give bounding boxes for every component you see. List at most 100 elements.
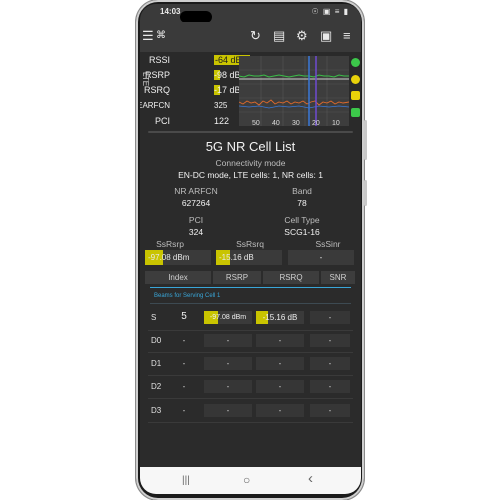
- page-title: 5G NR Cell List: [205, 139, 296, 154]
- metric-value: 325: [214, 101, 228, 110]
- row-index: -: [182, 359, 186, 368]
- cell-type-label: Cell Type: [284, 215, 320, 225]
- ss-rsrp-label: SsRsrp: [156, 239, 184, 249]
- cell-type-value: SCG1-16: [284, 227, 320, 237]
- sim-icon[interactable]: ⌘: [156, 29, 166, 43]
- axis-tick: 40: [272, 120, 280, 127]
- row-index: -: [182, 382, 186, 391]
- refresh-icon[interactable]: ↻: [250, 29, 261, 43]
- row-label: D2: [151, 382, 162, 391]
- ss-sinr-value: -: [319, 253, 323, 262]
- metric-value: 122: [214, 116, 230, 126]
- nr-arfcn-label: NR ARFCN: [174, 186, 218, 196]
- home-button[interactable]: ○: [243, 473, 250, 487]
- rsrp-cell: -: [204, 334, 252, 347]
- rsrp-trace: [239, 74, 349, 78]
- connectivity-label: Connectivity mode: [215, 158, 286, 168]
- power-button: [364, 180, 367, 206]
- log-icon[interactable]: ▤: [273, 29, 285, 43]
- status-bar: 14:03 ☉ ▣ ≡ ▮: [140, 4, 361, 23]
- snr-cell: -: [310, 334, 350, 347]
- indicator-dot: [351, 91, 360, 100]
- connectivity-value: EN-DC mode, LTE cells: 1, NR cells: 1: [178, 170, 323, 180]
- rsrp-value: -97.08 dBm: [209, 314, 247, 321]
- row-label: D0: [151, 336, 162, 345]
- row-label: D3: [151, 406, 162, 415]
- pci-label: PCI: [188, 215, 204, 225]
- indicator-dot: [351, 58, 360, 67]
- rsrq-cell: -15.16 dB: [256, 311, 304, 324]
- row-label: S: [151, 313, 157, 322]
- ss-rsrq-value: -15.16 dB: [219, 253, 254, 262]
- band-label: Band: [292, 186, 312, 196]
- axis-tick: 20: [312, 120, 320, 127]
- row-index: 5: [181, 311, 187, 322]
- pci-value: 324: [188, 227, 204, 237]
- rsrp-cell: -97.08 dBm: [204, 311, 252, 324]
- column-header-rsrq: RSRQ: [263, 271, 319, 284]
- signal-graph: [239, 56, 349, 126]
- system-nav-bar: ||| ○ ‹: [140, 467, 361, 494]
- rsrq-cell: -: [256, 357, 304, 370]
- app-screen: 14:03 ☉ ▣ ≡ ▮ ☰ ⌘ ↻ ▤ ⚙ ▣ ≡ LTE RSSI -64…: [140, 4, 361, 494]
- divider: [148, 422, 353, 423]
- metric-name: PCI: [154, 116, 170, 126]
- status-time: 14:03: [160, 7, 181, 16]
- volume-button: [364, 120, 367, 160]
- lock-icon[interactable]: [351, 108, 360, 117]
- row-label: D1: [151, 359, 162, 368]
- section-divider: [150, 287, 351, 288]
- rsrp-cell: -: [204, 404, 252, 417]
- ss-sinr-label: SsSinr: [315, 239, 341, 249]
- beams-title: Beams for Serving Cell 1: [154, 293, 221, 299]
- metric-name: RSRP: [144, 70, 170, 80]
- divider: [148, 375, 353, 376]
- rsrq-value: -15.16 dB: [262, 313, 298, 322]
- ss-rsrp-value: -97.08 dBm: [148, 253, 190, 262]
- row-index: -: [182, 406, 186, 415]
- divider: [148, 352, 353, 353]
- rsrq-cell: -: [256, 334, 304, 347]
- ss-rsrp-meter: -97.08 dBm: [145, 250, 211, 265]
- metric-name: RSSI: [148, 55, 170, 65]
- column-header-rsrp: RSRP: [213, 271, 261, 284]
- axis-tick: 10: [332, 120, 340, 127]
- divider: [148, 131, 353, 133]
- settings-icon[interactable]: ⚙: [296, 29, 308, 43]
- metric-name: RSRQ: [143, 85, 170, 95]
- band-value: 78: [297, 198, 307, 208]
- camera-icon[interactable]: ▣: [320, 29, 332, 43]
- row-index: -: [182, 336, 186, 345]
- snr-cell: -: [310, 311, 350, 324]
- ss-rsrq-meter: -15.16 dB: [216, 250, 282, 265]
- rsrq-cell: -: [256, 380, 304, 393]
- indicator-dot: [351, 75, 360, 84]
- axis-tick: 30: [292, 120, 300, 127]
- rsrp-cell: -: [204, 380, 252, 393]
- column-header-index: Index: [145, 271, 211, 284]
- metric-name: EARFCN: [140, 101, 170, 110]
- rsrq-trace: [239, 99, 349, 106]
- nr-cell-list: 5G NR Cell List Connectivity mode EN-DC …: [140, 131, 361, 467]
- snr-cell: -: [310, 357, 350, 370]
- rsrp-cell: -: [204, 357, 252, 370]
- axis-tick: 50: [252, 120, 260, 127]
- recent-apps-button[interactable]: |||: [182, 475, 190, 486]
- menu-icon[interactable]: ☰: [142, 29, 154, 43]
- section-divider: [150, 303, 351, 304]
- back-button[interactable]: ‹: [308, 470, 313, 487]
- snr-cell: -: [310, 380, 350, 393]
- nr-arfcn-value: 627264: [181, 198, 211, 208]
- ss-rsrq-label: SsRsrq: [236, 239, 264, 249]
- graph-indicators: [349, 56, 361, 126]
- divider: [148, 330, 353, 331]
- column-header-snr: SNR: [321, 271, 355, 284]
- app-toolbar: ☰ ⌘ ↻ ▤ ⚙ ▣ ≡: [140, 22, 361, 52]
- snr-cell: -: [310, 404, 350, 417]
- sort-icon[interactable]: ≡: [343, 29, 351, 43]
- divider: [148, 398, 353, 399]
- metric-value: -17 dB: [214, 85, 241, 95]
- ss-sinr-meter: -: [288, 250, 354, 265]
- signal-panel: LTE RSSI -64 dBm RSRP -98 dBm RSRQ -17 d…: [140, 52, 361, 130]
- rsrq-cell: -: [256, 404, 304, 417]
